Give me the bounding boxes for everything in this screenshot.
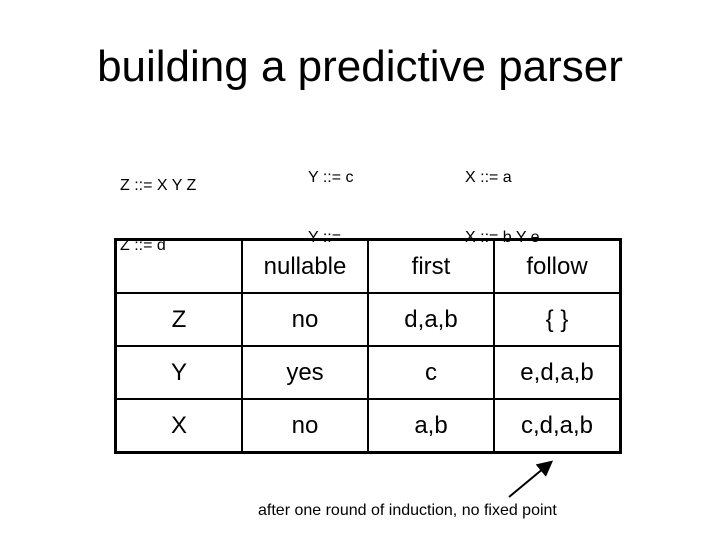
grammar-rule: Z ::= X Y Z xyxy=(120,177,197,194)
table-header-cell xyxy=(114,238,243,294)
table-cell: c xyxy=(367,345,495,400)
table-cell: no xyxy=(241,292,369,347)
table-header-row: nullable first follow xyxy=(114,238,622,294)
table-cell: e,d,a,b xyxy=(493,345,622,400)
table-header-cell: first xyxy=(367,238,495,294)
table-cell: no xyxy=(241,398,369,454)
annotation-text: after one round of induction, no fixed p… xyxy=(258,502,557,519)
table-cell: yes xyxy=(241,345,369,400)
table-header-cell: nullable xyxy=(241,238,369,294)
table-cell: a,b xyxy=(367,398,495,454)
table-cell: Y xyxy=(114,345,243,400)
table-cell: d,a,b xyxy=(367,292,495,347)
table-cell: X xyxy=(114,398,243,454)
grammar-rule: Y ::= c xyxy=(308,169,354,186)
nullable-first-follow-table: nullable first follow Z no d,a,b { } Y y… xyxy=(114,238,622,454)
table-cell: { } xyxy=(493,292,622,347)
table-row: Z no d,a,b { } xyxy=(114,292,622,347)
table-row: X no a,b c,d,a,b xyxy=(114,398,622,454)
table-row: Y yes c e,d,a,b xyxy=(114,345,622,400)
arrow-line-icon xyxy=(508,460,554,498)
slide-title: building a predictive parser xyxy=(97,42,623,91)
table-cell: c,d,a,b xyxy=(493,398,622,454)
table-header-cell: follow xyxy=(493,238,622,294)
table-cell: Z xyxy=(114,292,243,347)
grammar-rule: X ::= a xyxy=(465,169,512,186)
